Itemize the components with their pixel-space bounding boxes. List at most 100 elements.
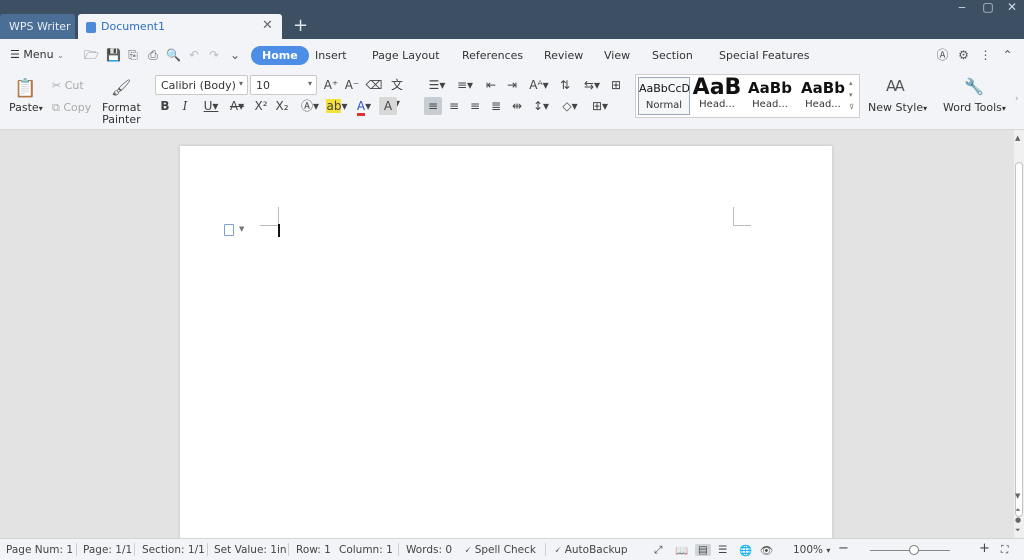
shading-icon[interactable]: ◇▾ bbox=[558, 97, 582, 115]
gear-icon[interactable]: ⚙ bbox=[956, 48, 971, 63]
borders-icon[interactable]: ⊞▾ bbox=[588, 97, 612, 115]
eye-protection-icon[interactable]: 👁 bbox=[760, 544, 773, 557]
zoom-slider-thumb[interactable] bbox=[909, 545, 919, 555]
zoom-slider[interactable] bbox=[870, 545, 950, 555]
page-status[interactable]: Page: 1/1 bbox=[83, 544, 132, 556]
sort-icon[interactable]: ⇅ bbox=[556, 76, 574, 94]
cut-button[interactable]: ✂ Cut bbox=[52, 79, 84, 92]
new-tab-button[interactable]: + bbox=[293, 16, 308, 36]
previous-page-icon[interactable]: ⏶ bbox=[1015, 506, 1021, 515]
zoom-out-button[interactable]: − bbox=[838, 541, 849, 556]
quick-access-dropdown-icon[interactable]: ⌄ bbox=[228, 48, 242, 62]
page-num-status[interactable]: Page Num: 1 bbox=[6, 544, 73, 556]
font-color-icon[interactable]: A▾ bbox=[353, 97, 375, 116]
clear-formatting-icon[interactable]: ⌫ bbox=[365, 76, 383, 94]
autobackup-button[interactable]: 🗸 AutoBackup bbox=[554, 544, 628, 557]
tab-home[interactable]: Home bbox=[251, 46, 309, 65]
distributed-icon[interactable]: ⇹ bbox=[508, 97, 526, 115]
document-page[interactable]: ▼ bbox=[180, 146, 832, 546]
new-style-icon[interactable]: Ꜳ bbox=[886, 77, 905, 95]
word-count-status[interactable]: Words: 0 bbox=[406, 544, 452, 556]
section-status[interactable]: Section: 1/1 bbox=[142, 544, 205, 556]
row-status[interactable]: Row: 1 bbox=[296, 544, 331, 556]
decrease-font-size-icon[interactable]: A⁻ bbox=[343, 76, 361, 94]
style-heading-2[interactable]: AaBb Head... bbox=[744, 77, 796, 115]
styles-scroll[interactable]: ▴ ▾ ⊽ bbox=[849, 77, 854, 113]
subscript-icon[interactable]: X₂ bbox=[273, 97, 291, 115]
align-right-icon[interactable]: ≡ bbox=[466, 97, 484, 115]
tab-references[interactable]: References bbox=[462, 49, 523, 62]
open-folder-icon[interactable]: 🗁 bbox=[84, 48, 99, 62]
collapse-ribbon-icon[interactable]: ⌃ bbox=[1000, 48, 1015, 63]
bullets-icon[interactable]: ☰▾ bbox=[425, 76, 449, 94]
select-browse-object-icon[interactable]: ● bbox=[1015, 516, 1021, 524]
font-library-icon[interactable]: Ⓐ bbox=[935, 48, 950, 63]
format-painter-quick-icon[interactable]: ⎘ bbox=[126, 48, 140, 62]
fit-window-icon[interactable]: ⛶ bbox=[1001, 544, 1008, 557]
character-shading-icon[interactable]: A bbox=[379, 97, 397, 115]
app-tab[interactable]: WPS Writer bbox=[0, 14, 75, 39]
paste-icon[interactable]: 📋 bbox=[14, 78, 36, 99]
font-name-select[interactable]: Calibri (Body) ▾ bbox=[155, 75, 248, 95]
tab-view[interactable]: View bbox=[604, 49, 630, 62]
set-value-status[interactable]: Set Value: 1in bbox=[214, 544, 287, 556]
redo-icon[interactable]: ↷ bbox=[207, 48, 221, 62]
bold-icon[interactable]: B bbox=[156, 97, 174, 115]
print-icon[interactable]: ⎙ bbox=[146, 48, 160, 62]
document-canvas[interactable]: ▼ bbox=[0, 130, 1014, 546]
text-effect-icon[interactable]: Ⓐ▾ bbox=[298, 97, 322, 115]
copy-button[interactable]: ⧉ Copy bbox=[52, 101, 91, 115]
justify-icon[interactable]: ≣ bbox=[487, 97, 505, 115]
zoom-in-button[interactable]: + bbox=[979, 541, 990, 556]
align-left-icon[interactable]: ≡ bbox=[424, 97, 442, 115]
web-layout-icon[interactable]: 🌐 bbox=[739, 544, 752, 557]
highlight-icon[interactable]: ab▾ bbox=[325, 97, 349, 115]
increase-font-size-icon[interactable]: A⁺ bbox=[322, 76, 340, 94]
change-case-icon[interactable]: Aᴬ▾ bbox=[527, 76, 551, 94]
close-window-button[interactable]: ✕ bbox=[1002, 0, 1022, 14]
style-normal[interactable]: AaBbCcD Normal bbox=[638, 77, 690, 115]
numbering-icon[interactable]: ≡▾ bbox=[453, 76, 477, 94]
print-preview-icon[interactable]: 🔍 bbox=[166, 48, 181, 62]
close-tab-icon[interactable]: ✕ bbox=[262, 18, 273, 33]
decrease-indent-icon[interactable]: ⇤ bbox=[482, 76, 500, 94]
style-heading-3[interactable]: AaBb Head... bbox=[797, 77, 849, 115]
more-options-icon[interactable]: ⋮ bbox=[978, 48, 993, 63]
full-screen-icon[interactable]: ⤢ bbox=[654, 544, 662, 557]
print-layout-icon[interactable]: ▤ bbox=[695, 544, 711, 556]
increase-indent-icon[interactable]: ⇥ bbox=[503, 76, 521, 94]
zoom-select[interactable]: 100% ▾ bbox=[793, 544, 830, 556]
undo-icon[interactable]: ↶ bbox=[187, 48, 201, 62]
restore-button[interactable]: ▢ bbox=[978, 0, 998, 14]
main-menu-button[interactable]: ☰ Menu ⌄ bbox=[10, 48, 64, 61]
outline-view-icon[interactable]: ☰ bbox=[718, 544, 727, 556]
format-painter-button[interactable]: Format Painter bbox=[102, 102, 141, 126]
italic-icon[interactable]: I bbox=[176, 97, 194, 115]
scroll-down-icon[interactable]: ▼ bbox=[1015, 492, 1020, 500]
tab-section[interactable]: Section bbox=[652, 49, 693, 62]
column-status[interactable]: Column: 1 bbox=[339, 544, 393, 556]
style-heading-1[interactable]: AaB Head... bbox=[691, 77, 743, 115]
tab-insert[interactable]: Insert bbox=[315, 49, 347, 62]
minimize-button[interactable]: ‒ bbox=[952, 0, 972, 14]
next-page-icon[interactable]: ⏷ bbox=[1015, 526, 1021, 535]
format-painter-icon[interactable]: 🖌 bbox=[111, 78, 131, 97]
strikethrough-icon[interactable]: A▾ bbox=[226, 97, 248, 115]
tab-review[interactable]: Review bbox=[544, 49, 583, 62]
save-icon[interactable]: 💾 bbox=[106, 48, 121, 62]
paragraph-marker-icon[interactable] bbox=[224, 224, 234, 236]
scroll-up-icon[interactable]: ▲ bbox=[1015, 134, 1020, 142]
scrollbar-thumb[interactable] bbox=[1015, 162, 1023, 517]
tab-page-layout[interactable]: Page Layout bbox=[372, 49, 440, 62]
line-spacing-icon[interactable]: ↕▾ bbox=[530, 97, 552, 115]
phonetic-guide-icon[interactable]: 文▾ bbox=[388, 76, 406, 110]
spell-check-button[interactable]: 🗸 Spell Check bbox=[464, 544, 536, 557]
document-tab[interactable]: Document1 ✕ bbox=[78, 14, 282, 39]
underline-icon[interactable]: U▾ bbox=[198, 97, 224, 115]
reading-layout-icon[interactable]: 📖 bbox=[675, 544, 688, 557]
paragraph-spacing-icon[interactable]: ⇆▾ bbox=[580, 76, 604, 94]
word-tools-button[interactable]: Word Tools▾ bbox=[943, 101, 1006, 114]
paste-button[interactable]: Paste▾ bbox=[9, 101, 43, 114]
font-size-select[interactable]: 10 ▾ bbox=[250, 75, 317, 95]
new-style-button[interactable]: New Style▾ bbox=[868, 101, 927, 114]
